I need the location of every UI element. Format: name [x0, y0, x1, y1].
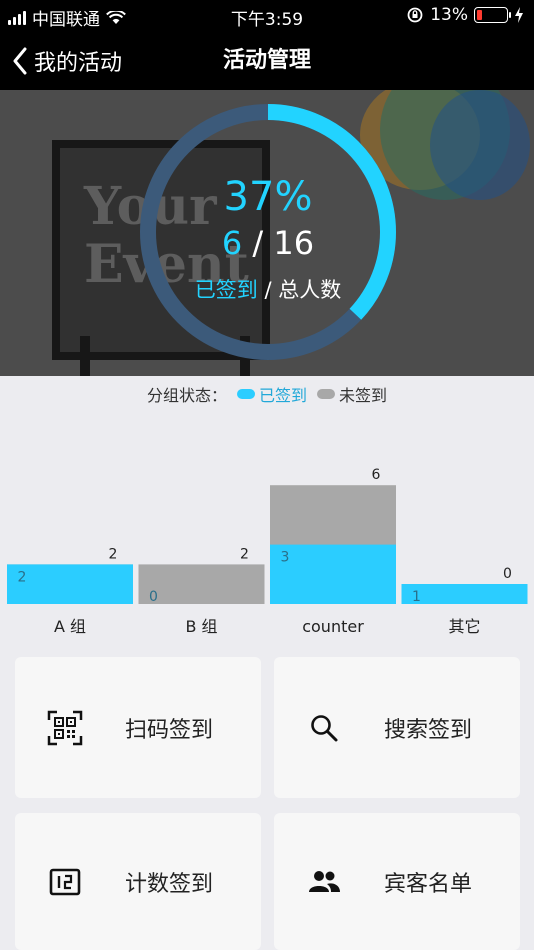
checkin-counts: 6 / 16 [140, 224, 396, 262]
checkin-percent: 37% [223, 174, 313, 220]
bar-label-signed: 3 [281, 550, 290, 566]
bar-label-signed: 1 [412, 589, 421, 605]
bar-label-unsigned: 0 [503, 566, 512, 582]
bar-label-signed: 2 [18, 569, 27, 585]
label-separator: / [264, 278, 272, 302]
checkin-summary-banner: Your Event 37% 6 / 16 已签到 / 总人数 [0, 90, 534, 376]
count-checkin-button[interactable]: 计数签到 [15, 813, 261, 950]
status-right: 13% [406, 5, 524, 25]
category-label: counter [302, 617, 364, 636]
navigation-bar: 我的活动 活动管理 [0, 32, 534, 90]
bar-label-unsigned: 2 [240, 546, 249, 562]
back-button[interactable]: 我的活动 [12, 32, 122, 90]
status-bar: 中国联通 下午3:59 13% [0, 0, 534, 32]
checkin-labels: 已签到 / 总人数 [140, 274, 396, 304]
category-label: A 组 [54, 617, 86, 636]
rotation-lock-icon [407, 7, 423, 23]
total-label: 总人数 [278, 278, 342, 302]
count-separator: / [252, 224, 264, 262]
chevron-left-icon [13, 47, 27, 75]
scan-checkin-button[interactable]: 扫码签到 [15, 657, 261, 798]
people-icon [306, 864, 342, 900]
scan-checkin-label: 扫码签到 [125, 717, 214, 743]
qr-code-icon [47, 710, 83, 746]
progress-ring: 37% 6 / 16 已签到 / 总人数 [140, 104, 396, 360]
count-checkin-label: 计数签到 [125, 871, 214, 897]
battery-percent: 13% [430, 5, 468, 25]
signed-label: 已签到 [194, 278, 258, 302]
search-icon [306, 710, 342, 746]
category-label: 其它 [448, 617, 480, 636]
signed-count: 6 [221, 224, 243, 262]
search-checkin-label: 搜索签到 [384, 717, 473, 743]
search-checkin-button[interactable]: 搜索签到 [274, 657, 520, 798]
group-status-chart: 分组状态： 已签到 未签到 22A 组20B 组 6 3 counter 0 1 其它 [0, 376, 534, 646]
bar-chart: 2 2 A 组 2 0 B 组 6 3 counter 0 1 其它 [7, 467, 528, 636]
bar-label-unsigned: 2 [109, 546, 118, 562]
guest-list-button[interactable]: 宾客名单 [274, 813, 520, 950]
charging-icon [515, 7, 523, 23]
bar-label-signed: 0 [149, 589, 158, 605]
guest-list-label: 宾客名单 [384, 871, 473, 897]
category-label: B 组 [185, 617, 217, 636]
counter-icon [47, 864, 83, 900]
battery-icon [474, 7, 511, 23]
back-label: 我的活动 [34, 51, 123, 76]
bar-label-unsigned: 6 [372, 467, 381, 483]
total-count: 16 [273, 224, 315, 262]
